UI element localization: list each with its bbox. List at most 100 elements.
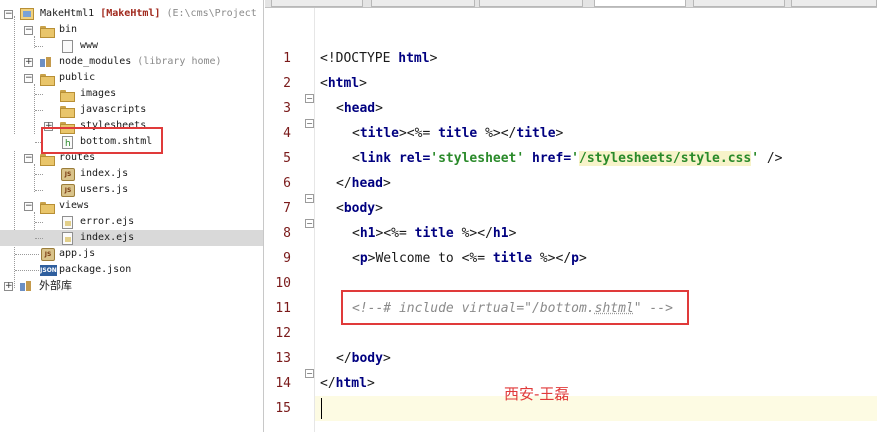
- code-line-9[interactable]: <p>Welcome to <%= title %></p>: [352, 246, 587, 271]
- tree-item-views[interactable]: − views: [0, 198, 263, 214]
- collapse-icon[interactable]: −: [24, 154, 33, 163]
- tree-item-node-modules[interactable]: + node_modules (library home): [0, 54, 263, 70]
- node-modules-label: node_modules: [59, 56, 132, 67]
- editor-tab[interactable]: [479, 0, 583, 7]
- code-editor[interactable]: 1 2 3 4 5 6 7 8 9 10 11 12 13 14 15 − − …: [265, 0, 877, 432]
- line-number-gutter: 1 2 3 4 5 6 7 8 9 10 11 12 13 14 15 − − …: [265, 8, 315, 432]
- code-line-4[interactable]: <title><%= title %></title>: [352, 121, 563, 146]
- code-token: body: [351, 351, 383, 366]
- file-icon: [62, 40, 73, 53]
- code-token: <!DOCTYPE: [320, 51, 399, 66]
- line-number: 5: [283, 151, 291, 166]
- fold-toggle-icon[interactable]: −: [305, 94, 314, 103]
- tree-item-label: app.js: [59, 248, 96, 259]
- tree-item-external-libraries[interactable]: + 外部库: [0, 278, 263, 294]
- tree-item-app-js[interactable]: JS app.js: [0, 246, 263, 262]
- fold-toggle-icon[interactable]: −: [305, 219, 314, 228]
- code-token: /stylesheets/style.css: [579, 151, 752, 166]
- editor-tab[interactable]: [693, 0, 785, 7]
- code-token: >: [375, 101, 383, 116]
- expand-icon[interactable]: +: [4, 282, 13, 291]
- code-token: <: [352, 226, 360, 241]
- ejs-file-icon: [62, 232, 73, 245]
- current-line-highlight: [315, 396, 877, 421]
- folder-icon: [60, 106, 75, 118]
- code-token: p: [571, 251, 579, 266]
- code-token: <%=: [406, 126, 439, 141]
- code-line-8[interactable]: <h1><%= title %></h1>: [352, 221, 516, 246]
- code-token: </: [336, 176, 352, 191]
- code-line-3[interactable]: <head>: [336, 96, 383, 121]
- collapse-icon[interactable]: −: [24, 74, 33, 83]
- fold-toggle-icon[interactable]: −: [305, 194, 314, 203]
- tree-guide: [15, 270, 39, 271]
- code-token: <: [320, 76, 328, 91]
- fold-toggle-icon[interactable]: −: [305, 119, 314, 128]
- expand-icon[interactable]: +: [24, 58, 33, 67]
- tree-item-public[interactable]: − public: [0, 70, 263, 86]
- tree-item-label: package.json: [59, 264, 132, 275]
- tree-item-routes-index-js[interactable]: JS index.js: [0, 166, 263, 182]
- library-icon: [40, 56, 53, 68]
- code-token: <: [336, 201, 344, 216]
- tree-guide: [35, 46, 43, 47]
- project-path: (E:\cms\Project: [166, 8, 257, 19]
- tree-item-project[interactable]: − MakeHtml1 [MakeHtml] (E:\cms\Project: [0, 6, 263, 22]
- tree-item-label: public: [59, 72, 96, 83]
- tree-item-label: javascripts: [80, 104, 147, 115]
- line-number: 2: [283, 76, 291, 91]
- ejs-file-icon: [62, 216, 73, 229]
- line-number: 9: [283, 251, 291, 266]
- code-token: ': [571, 151, 579, 166]
- tree-item-index-ejs[interactable]: index.ejs: [0, 230, 263, 246]
- code-line-13[interactable]: </body>: [336, 346, 391, 371]
- code-token: head: [343, 101, 376, 116]
- editor-tab[interactable]: [371, 0, 475, 7]
- code-token: title: [492, 251, 533, 266]
- tree-item-error-ejs[interactable]: error.ejs: [0, 214, 263, 230]
- code-token: title: [414, 226, 454, 241]
- code-line-7[interactable]: <body>: [336, 196, 383, 221]
- line-number: 10: [275, 276, 291, 291]
- collapse-icon[interactable]: −: [24, 26, 33, 35]
- line-number: 15: [275, 401, 291, 416]
- js-file-icon: JS: [41, 248, 55, 261]
- editor-tab[interactable]: [271, 0, 363, 7]
- json-file-icon: JSON: [40, 265, 57, 276]
- code-line-14[interactable]: </html>: [320, 371, 375, 396]
- collapse-icon[interactable]: −: [4, 10, 13, 19]
- editor-tab-active[interactable]: [594, 0, 686, 7]
- code-token: >: [375, 201, 383, 216]
- annotation-box-include: [341, 290, 689, 325]
- tree-item-package-json[interactable]: JSON package.json: [0, 262, 263, 278]
- code-line-5[interactable]: <link rel='stylesheet' href='/stylesheet…: [352, 146, 783, 171]
- code-token: title: [359, 126, 399, 141]
- tree-item-images[interactable]: images: [0, 86, 263, 102]
- code-token: <%=: [383, 226, 415, 241]
- code-token: body: [343, 201, 376, 216]
- code-token: h1: [492, 226, 509, 241]
- code-token: title: [516, 126, 556, 141]
- line-number: 3: [283, 101, 291, 116]
- code-token: link: [359, 151, 399, 166]
- code-token: <: [352, 151, 360, 166]
- external-libraries-label: 外部库: [39, 279, 72, 292]
- code-token: %>: [453, 226, 478, 241]
- code-line-6[interactable]: </head>: [336, 171, 391, 196]
- tree-item-www[interactable]: www: [0, 38, 263, 54]
- code-line-1[interactable]: <!DOCTYPE html>: [320, 46, 437, 71]
- code-token: >: [382, 176, 391, 191]
- collapse-icon[interactable]: −: [24, 202, 33, 211]
- code-token: Welcome to: [375, 251, 462, 266]
- tree-item-users-js[interactable]: JS users.js: [0, 182, 263, 198]
- tree-item-bin[interactable]: − bin: [0, 22, 263, 38]
- code-token: h1: [359, 226, 376, 241]
- editor-tab[interactable]: [791, 0, 877, 7]
- tree-item-label: index.js: [80, 168, 129, 179]
- tree-item-label: users.js: [80, 184, 129, 195]
- code-line-2[interactable]: <html>: [320, 71, 367, 96]
- line-number: 1: [283, 51, 291, 66]
- code-token: </: [477, 226, 493, 241]
- tree-item-javascripts[interactable]: javascripts: [0, 102, 263, 118]
- fold-toggle-icon[interactable]: −: [305, 369, 314, 378]
